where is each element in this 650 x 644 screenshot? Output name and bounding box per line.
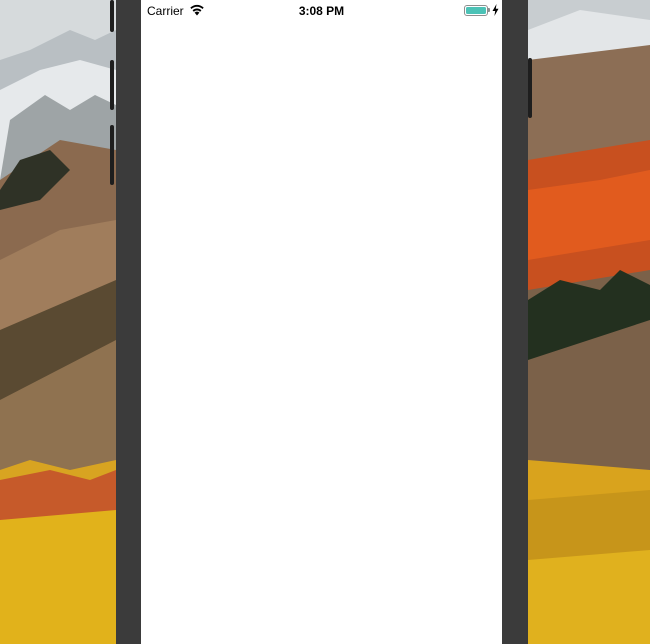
battery-cap (488, 8, 490, 12)
power-button (528, 58, 532, 118)
mute-switch (110, 0, 114, 32)
simulator-device-frame: Carrier 3:08 PM (110, 0, 532, 644)
clock-time: 3:08 PM (298, 4, 345, 18)
status-bar: Carrier 3:08 PM (141, 0, 502, 22)
desktop-background: Carrier 3:08 PM (0, 0, 650, 644)
charging-bolt-icon (492, 4, 499, 16)
battery-level-fill (466, 7, 486, 14)
app-screen: Carrier 3:08 PM (141, 0, 502, 644)
battery-icon (464, 5, 488, 16)
volume-up-button (110, 60, 114, 110)
volume-down-button (110, 125, 114, 185)
